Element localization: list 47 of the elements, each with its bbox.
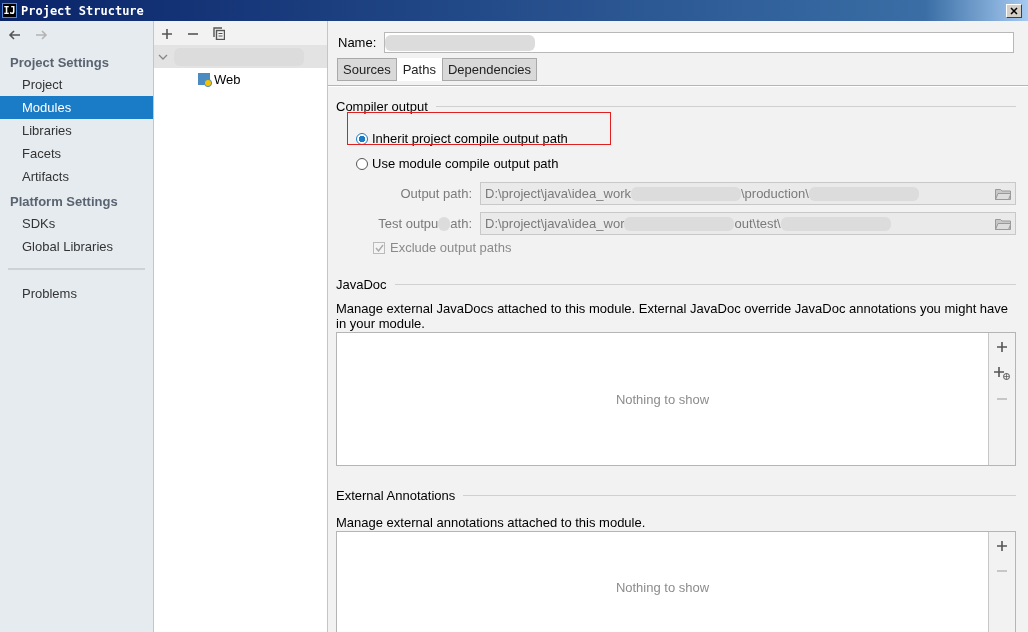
back-arrow-icon[interactable] bbox=[8, 29, 21, 41]
tree-item[interactable]: Web bbox=[214, 72, 241, 87]
path-text: D:\project\java\idea_wor bbox=[485, 216, 625, 231]
path-text: out\test\ bbox=[734, 216, 781, 231]
name-label: Name: bbox=[338, 35, 377, 50]
add-icon[interactable] bbox=[161, 27, 173, 40]
option-label: Use module compile output path bbox=[372, 156, 559, 171]
checkmark-icon bbox=[374, 243, 384, 252]
module-icon bbox=[198, 72, 212, 87]
checkbox-label: Exclude output paths bbox=[390, 240, 512, 255]
section-heading: Compiler output bbox=[336, 99, 428, 114]
field-label: ath: bbox=[450, 216, 472, 231]
copy-icon[interactable] bbox=[213, 27, 225, 40]
section-heading: External Annotations bbox=[336, 488, 456, 503]
tab[interactable]: Sources bbox=[337, 58, 397, 81]
tab[interactable]: Paths bbox=[396, 58, 442, 81]
sidebar-item[interactable]: Global Libraries bbox=[0, 235, 153, 258]
path-text: D:\project\java\idea_work bbox=[485, 186, 631, 201]
option-label: Inherit project compile output path bbox=[372, 131, 568, 146]
sidebar-item[interactable]: Problems bbox=[0, 282, 153, 305]
tab[interactable]: Dependencies bbox=[441, 58, 538, 81]
description-text: Manage external annotations attached to this module. bbox=[336, 515, 647, 530]
section-heading: Project Settings bbox=[9, 54, 110, 72]
name-field[interactable] bbox=[384, 32, 1014, 53]
empty-message: Nothing to show bbox=[615, 391, 710, 407]
close-button[interactable] bbox=[1006, 3, 1022, 18]
field-label: Output path: bbox=[400, 186, 472, 201]
sidebar-item[interactable]: Artifacts bbox=[0, 165, 153, 188]
add-icon[interactable] bbox=[996, 341, 1008, 353]
radio-button[interactable] bbox=[356, 157, 368, 170]
path-text: \production\ bbox=[740, 186, 809, 201]
sidebar-item[interactable]: Libraries bbox=[0, 119, 153, 142]
empty-message: Nothing to show bbox=[615, 579, 710, 595]
sidebar-item[interactable]: Project bbox=[0, 73, 153, 96]
description-text: Manage external JavaDocs attached to this module. External JavaDoc override JavaDoc annotations you might have in your module. bbox=[336, 301, 1010, 331]
sidebar-item[interactable]: SDKs bbox=[0, 212, 153, 235]
section-heading: JavaDoc bbox=[336, 277, 387, 292]
radio-button[interactable] bbox=[356, 132, 368, 145]
add-icon[interactable] bbox=[996, 540, 1008, 552]
window-title: Project Structure bbox=[21, 3, 145, 18]
field-label: Test outpu bbox=[378, 216, 439, 231]
close-icon bbox=[1010, 6, 1018, 15]
sidebar-item[interactable]: Modules bbox=[0, 96, 153, 119]
add-globe-icon[interactable] bbox=[994, 366, 1010, 380]
sidebar-item[interactable]: Facets bbox=[0, 142, 153, 165]
app-logo-icon: IJ bbox=[2, 3, 17, 18]
section-heading: Platform Settings bbox=[9, 193, 119, 211]
